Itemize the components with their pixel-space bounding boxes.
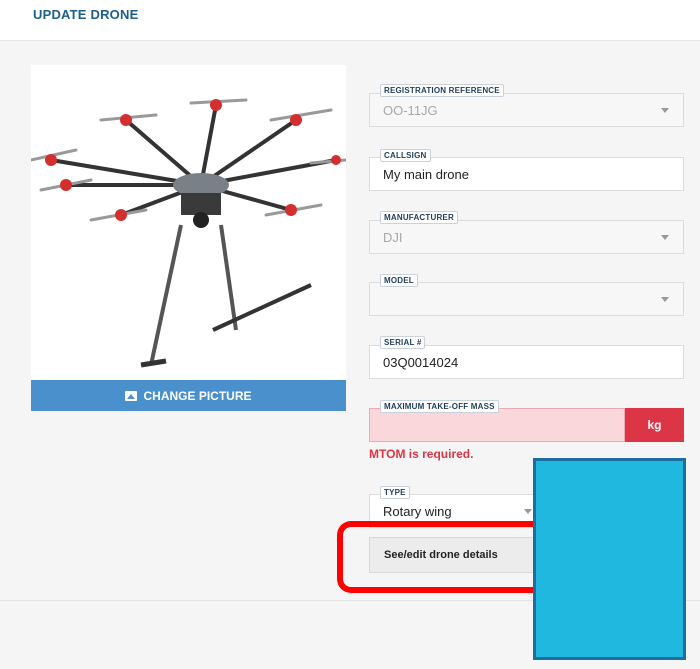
model-select[interactable] (369, 282, 684, 316)
chevron-down-icon (524, 509, 532, 514)
chevron-down-icon (661, 297, 669, 302)
serial-label: SERIAL # (380, 336, 426, 349)
change-picture-button[interactable]: CHANGE PICTURE (31, 380, 346, 411)
model-label: MODEL (380, 274, 418, 287)
mtom-field[interactable] (369, 408, 625, 442)
serial-field[interactable]: 03Q0014024 (369, 345, 684, 379)
chevron-down-icon (661, 108, 669, 113)
chevron-down-icon (661, 235, 669, 240)
registration-select[interactable]: OO-11JG (369, 93, 684, 127)
type-select[interactable]: Rotary wing (369, 494, 539, 528)
callsign-label: CALLSIGN (380, 149, 431, 162)
manufacturer-select[interactable]: DJI (369, 220, 684, 254)
manufacturer-value: DJI (383, 230, 403, 245)
registration-value: OO-11JG (383, 103, 438, 118)
image-icon (125, 390, 138, 401)
overlay-block (533, 458, 686, 660)
type-value: Rotary wing (383, 504, 452, 519)
mtom-unit: kg (625, 408, 684, 442)
see-edit-details-button[interactable]: See/edit drone details (369, 537, 549, 573)
drone-image (29, 98, 348, 368)
registration-label: REGISTRATION REFERENCE (380, 84, 504, 97)
manufacturer-label: MANUFACTURER (380, 211, 458, 224)
mtom-error: MTOM is required. (369, 447, 474, 461)
change-picture-label: CHANGE PICTURE (143, 388, 252, 403)
header: UPDATE DRONE (0, 0, 700, 40)
callsign-value: My main drone (383, 167, 469, 182)
type-label: TYPE (380, 486, 410, 499)
mtom-label: MAXIMUM TAKE-OFF MASS (380, 400, 499, 413)
page-title: UPDATE DRONE (33, 7, 139, 22)
serial-value: 03Q0014024 (383, 355, 459, 370)
callsign-field[interactable]: My main drone (369, 157, 684, 191)
drone-photo (29, 65, 348, 380)
